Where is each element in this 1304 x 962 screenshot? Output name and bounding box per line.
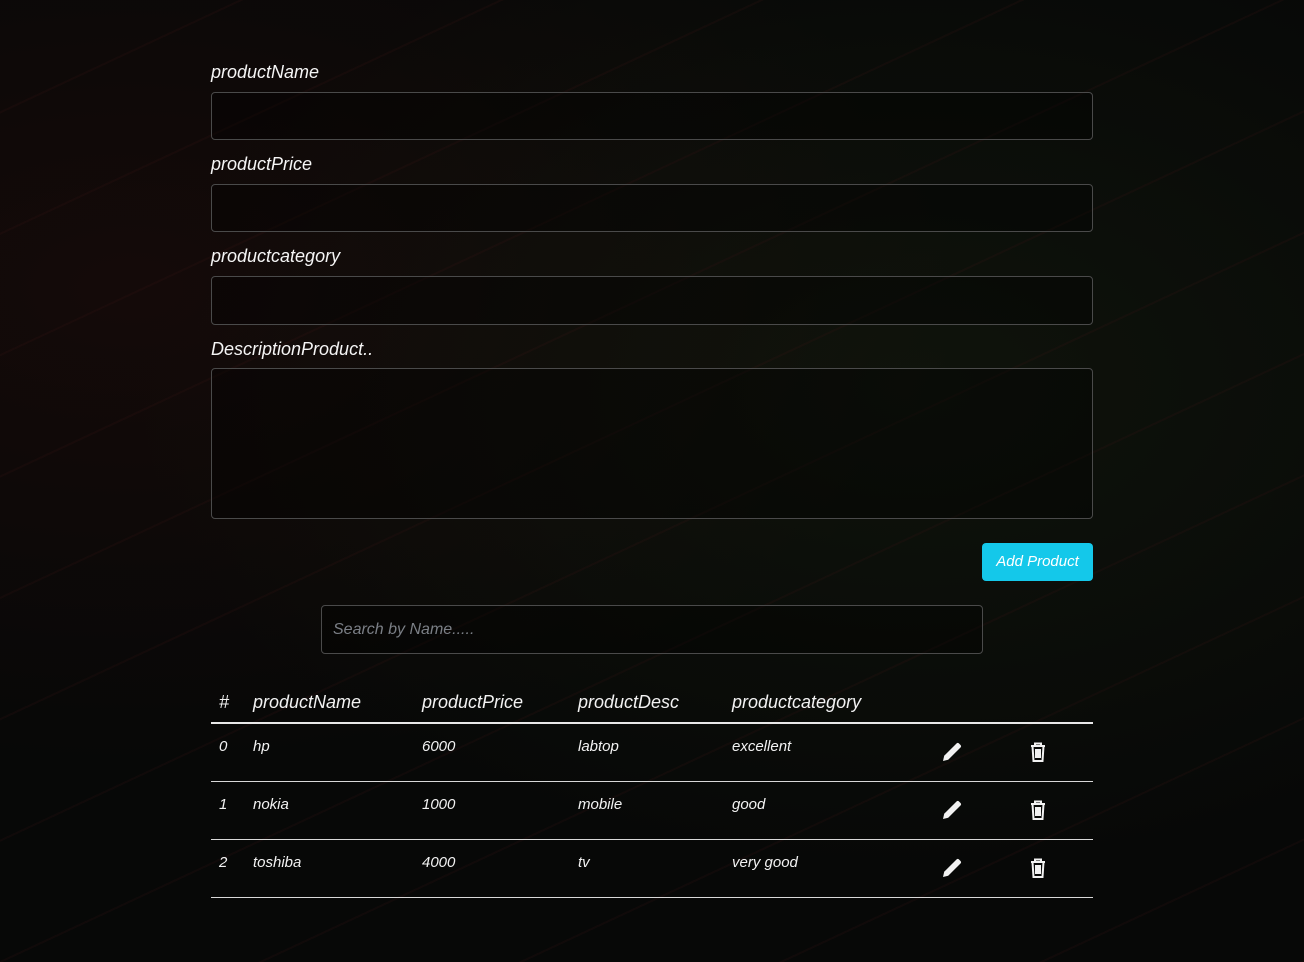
edit-cell: [932, 839, 1018, 898]
table-row: 0 hp 6000 labtop excellent: [211, 723, 1093, 782]
cell-desc: tv: [570, 839, 724, 898]
header-product-desc: productDesc: [570, 682, 724, 724]
edit-cell: [932, 781, 1018, 840]
add-product-button[interactable]: Add Product: [982, 543, 1093, 581]
delete-trash-icon[interactable]: [1026, 742, 1050, 768]
edit-cell: [932, 723, 1018, 782]
products-table: # productName productPrice productDesc p…: [211, 682, 1093, 898]
cell-category: very good: [724, 839, 932, 898]
cell-price: 4000: [414, 839, 570, 898]
cell-index: 0: [211, 723, 245, 782]
cell-name: toshiba: [245, 839, 414, 898]
delete-cell: [1018, 723, 1093, 782]
product-price-input[interactable]: [211, 184, 1093, 232]
cell-desc: labtop: [570, 723, 724, 782]
cell-desc: mobile: [570, 781, 724, 840]
delete-trash-icon[interactable]: [1026, 800, 1050, 826]
product-name-input[interactable]: [211, 92, 1093, 140]
description-textarea[interactable]: [211, 368, 1093, 519]
search-placeholder: Search by Name.....: [333, 621, 475, 638]
header-product-price: productPrice: [414, 682, 570, 724]
delete-trash-icon[interactable]: [1026, 858, 1050, 884]
cell-name: nokia: [245, 781, 414, 840]
product-category-input[interactable]: [211, 276, 1093, 325]
header-product-category: productcategory: [724, 682, 932, 724]
cell-price: 1000: [414, 781, 570, 840]
delete-cell: [1018, 839, 1093, 898]
table-row: 2 toshiba 4000 tv very good: [211, 839, 1093, 898]
cell-category: excellent: [724, 723, 932, 782]
cell-category: good: [724, 781, 932, 840]
product-category-label: productcategory: [211, 246, 341, 266]
header-delete: [1018, 682, 1093, 724]
product-name-label: productName: [211, 62, 320, 82]
table-header-row: # productName productPrice productDesc p…: [211, 682, 1093, 724]
header-index: #: [211, 682, 245, 724]
cell-name: hp: [245, 723, 414, 782]
cell-index: 1: [211, 781, 245, 840]
edit-pencil-icon[interactable]: [940, 742, 964, 768]
cell-price: 6000: [414, 723, 570, 782]
description-label: DescriptionProduct..: [211, 339, 374, 359]
edit-pencil-icon[interactable]: [940, 800, 964, 826]
header-product-name: productName: [245, 682, 414, 724]
search-input[interactable]: Search by Name.....: [321, 605, 983, 654]
delete-cell: [1018, 781, 1093, 840]
header-edit: [932, 682, 1018, 724]
cell-index: 2: [211, 839, 245, 898]
edit-pencil-icon[interactable]: [940, 858, 964, 884]
table-row: 1 nokia 1000 mobile good: [211, 781, 1093, 840]
product-price-label: productPrice: [211, 154, 313, 174]
